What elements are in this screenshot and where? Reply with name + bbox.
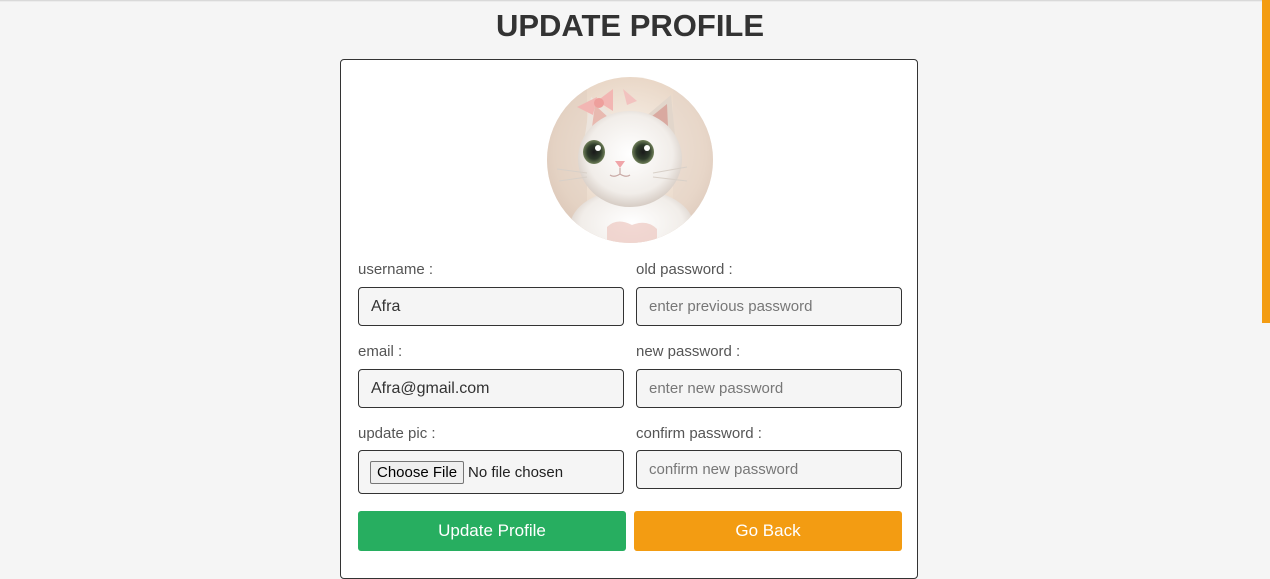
top-shadow-line bbox=[0, 0, 1262, 2]
confirm-password-label: confirm password : bbox=[636, 425, 762, 442]
page-scrollbar[interactable] bbox=[1262, 0, 1270, 566]
avatar bbox=[547, 77, 713, 243]
confirm-password-field[interactable] bbox=[636, 450, 902, 489]
new-password-field[interactable] bbox=[636, 369, 902, 408]
update-profile-button[interactable]: Update Profile bbox=[358, 511, 626, 551]
scrollbar-thumb[interactable] bbox=[1262, 0, 1270, 323]
new-password-label: new password : bbox=[636, 343, 741, 360]
file-status-text: No file chosen bbox=[468, 463, 564, 481]
email-field[interactable] bbox=[358, 369, 624, 408]
file-input[interactable]: Choose File No file chosen bbox=[358, 450, 624, 494]
username-label: username : bbox=[358, 261, 434, 278]
old-password-field[interactable] bbox=[636, 287, 902, 326]
email-label: email : bbox=[358, 343, 403, 360]
choose-file-button[interactable]: Choose File bbox=[370, 460, 465, 484]
update-pic-label: update pic : bbox=[358, 425, 436, 442]
profile-card: username : email : update pic : Choose F… bbox=[340, 59, 918, 579]
go-back-button[interactable]: Go Back bbox=[634, 511, 902, 551]
old-password-label: old password : bbox=[636, 261, 733, 278]
username-field[interactable] bbox=[358, 287, 624, 326]
page-title: UPDATE PROFILE bbox=[495, 8, 765, 43]
cat-avatar-image bbox=[547, 77, 713, 243]
